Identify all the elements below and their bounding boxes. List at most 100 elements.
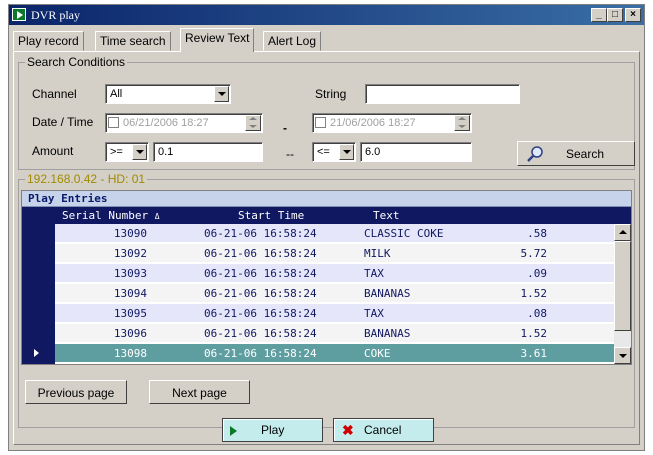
- amount-cell: .09: [527, 267, 547, 280]
- scroll-down-icon[interactable]: [614, 347, 631, 364]
- close-x-icon: ✖: [342, 422, 354, 438]
- start-time-cell: 06-21-06 16:58:24: [204, 247, 317, 260]
- date-from-checkbox[interactable]: [108, 117, 119, 128]
- play-button[interactable]: Play: [222, 418, 323, 442]
- tab-play-record[interactable]: Play record: [13, 31, 84, 51]
- scroll-thumb[interactable]: [614, 241, 631, 331]
- column-header-serial[interactable]: Serial Number Δ: [62, 209, 160, 222]
- app-play-icon: [12, 8, 26, 21]
- text-cell: CLASSIC COKE: [364, 227, 444, 240]
- channel-label: Channel: [32, 87, 77, 101]
- chevron-down-icon[interactable]: [339, 144, 354, 160]
- amount-cell: .08: [527, 307, 547, 320]
- cancel-button-label: Cancel: [364, 423, 402, 437]
- table-row[interactable]: 13090 06-21-06 16:58:24 CLASSIC COKE .58: [55, 224, 614, 243]
- table-row[interactable]: 13093 06-21-06 16:58:24 TAX .09: [55, 264, 614, 283]
- date-to-checkbox[interactable]: [315, 117, 326, 128]
- previous-page-button[interactable]: Previous page: [25, 380, 127, 404]
- window-title: DVR play: [31, 8, 80, 22]
- amount-max-input[interactable]: 6.0: [360, 142, 472, 162]
- serial-cell: 13092: [113, 247, 147, 260]
- date-separator: -: [283, 121, 287, 135]
- tab-alert-log[interactable]: Alert Log: [263, 31, 322, 51]
- start-time-cell: 06-21-06 16:58:24: [204, 287, 317, 300]
- serial-cell: 13094: [113, 287, 147, 300]
- text-cell: BANANAS: [364, 287, 411, 300]
- row-selector-column: [22, 224, 55, 364]
- date-from-value: 06/21/2006 18:27: [123, 117, 209, 129]
- spin-icon[interactable]: [245, 115, 261, 131]
- play-icon: [230, 426, 237, 436]
- amount-separator: --: [286, 147, 294, 161]
- scroll-up-icon[interactable]: [614, 224, 631, 241]
- amount-min-operator-select[interactable]: >=: [105, 142, 149, 162]
- amount-min-operator: >=: [110, 146, 123, 158]
- grid-title: Play Entries: [22, 191, 631, 207]
- amount-cell: .58: [527, 227, 547, 240]
- date-to-value: 21/06/2006 18:27: [330, 117, 416, 129]
- cancel-button[interactable]: ✖ Cancel: [333, 418, 434, 442]
- start-time-cell: 06-21-06 16:58:24: [204, 267, 317, 280]
- tab-time-search[interactable]: Time search: [95, 31, 171, 51]
- search-button[interactable]: Search: [517, 141, 635, 166]
- text-cell: BANANAS: [364, 327, 411, 340]
- string-input[interactable]: [365, 84, 520, 104]
- dvr-play-window: DVR play _ □ × Play record Time search R…: [8, 4, 645, 451]
- serial-cell: 13095: [113, 307, 147, 320]
- grid-header: Serial Number Δ Start Time Text: [22, 207, 631, 224]
- serial-cell: 13098: [113, 347, 147, 360]
- column-header-text[interactable]: Text: [373, 209, 400, 222]
- chevron-down-icon[interactable]: [132, 144, 147, 160]
- device-legend: 192.168.0.42 - HD: 01: [25, 172, 148, 186]
- start-time-cell: 06-21-06 16:58:24: [204, 327, 317, 340]
- title-bar[interactable]: DVR play _ □ ×: [9, 5, 644, 25]
- close-button[interactable]: ×: [625, 8, 641, 22]
- text-cell: TAX: [364, 267, 384, 280]
- column-header-start-time[interactable]: Start Time: [238, 209, 304, 222]
- date-from-picker[interactable]: 06/21/2006 18:27: [105, 113, 263, 133]
- table-row[interactable]: 13095 06-21-06 16:58:24 TAX .08: [55, 304, 614, 323]
- spin-icon[interactable]: [454, 115, 470, 131]
- start-time-cell: 06-21-06 16:58:24: [204, 307, 317, 320]
- serial-cell: 13096: [113, 327, 147, 340]
- play-button-label: Play: [261, 423, 285, 437]
- channel-value: All: [110, 88, 123, 100]
- amount-cell: 5.72: [520, 247, 548, 260]
- minimize-button[interactable]: _: [591, 8, 607, 22]
- text-cell: TAX: [364, 307, 384, 320]
- amount-cell: 1.52: [520, 327, 548, 340]
- amount-max-operator: <=: [317, 146, 330, 158]
- serial-cell: 13093: [113, 267, 147, 280]
- amount-cell: 1.52: [520, 287, 548, 300]
- search-conditions-group: Search Conditions Channel All String Dat…: [18, 55, 635, 170]
- text-cell: COKE: [364, 347, 391, 360]
- play-entries-grid: Play Entries Serial Number Δ Start Time …: [21, 190, 632, 365]
- amount-min-input[interactable]: 0.1: [153, 142, 263, 162]
- amount-label: Amount: [32, 144, 74, 158]
- magnifier-icon: [527, 146, 543, 162]
- sort-ascending-icon: Δ: [154, 212, 160, 221]
- next-page-button[interactable]: Next page: [149, 380, 250, 404]
- datetime-label: Date / Time: [32, 115, 94, 129]
- start-time-cell: 06-21-06 16:58:24: [204, 227, 317, 240]
- string-label: String: [315, 87, 347, 101]
- tab-review-text[interactable]: Review Text: [180, 28, 255, 52]
- table-row[interactable]: 13094 06-21-06 16:58:24 BANANAS 1.52: [55, 284, 614, 303]
- channel-select[interactable]: All: [105, 84, 231, 104]
- chevron-down-icon[interactable]: [214, 86, 229, 102]
- table-row[interactable]: 13092 06-21-06 16:58:24 MILK 5.72: [55, 244, 614, 263]
- table-row[interactable]: 13098 06-21-06 16:58:24 COKE 3.61: [55, 344, 614, 363]
- start-time-cell: 06-21-06 16:58:24: [204, 347, 317, 360]
- serial-cell: 13090: [113, 227, 147, 240]
- current-row-pointer-icon: [34, 349, 39, 357]
- search-button-label: Search: [566, 147, 605, 161]
- text-cell: MILK: [364, 247, 391, 260]
- amount-max-operator-select[interactable]: <=: [312, 142, 356, 162]
- table-row[interactable]: 13096 06-21-06 16:58:24 BANANAS 1.52: [55, 324, 614, 343]
- tab-panel: Search Conditions Channel All String Dat…: [13, 51, 640, 445]
- amount-cell: 3.61: [520, 347, 548, 360]
- date-to-picker[interactable]: 21/06/2006 18:27: [312, 113, 472, 133]
- maximize-button[interactable]: □: [607, 8, 623, 22]
- search-conditions-legend: Search Conditions: [25, 55, 128, 69]
- vertical-scrollbar[interactable]: [614, 224, 631, 364]
